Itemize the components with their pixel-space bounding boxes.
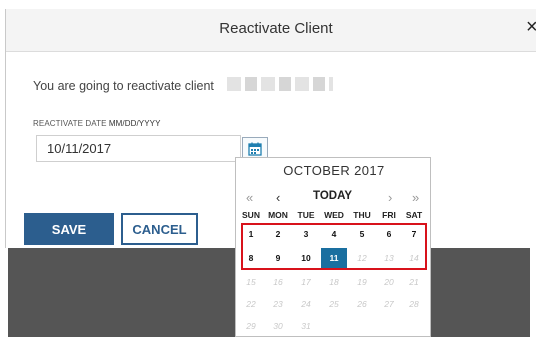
calendar-day: 20 (384, 277, 394, 287)
calendar-day: 13 (384, 253, 394, 263)
calendar-day: 28 (409, 299, 419, 309)
calendar-day: 25 (329, 299, 339, 309)
calendar-day[interactable]: 10 (293, 248, 319, 268)
backdrop-right-edge (530, 248, 536, 337)
calendar-day: 15 (246, 277, 256, 287)
calendar-day[interactable]: 3 (293, 224, 319, 244)
calendar-day[interactable]: 8 (238, 248, 264, 268)
calendar-day[interactable]: 4 (321, 224, 347, 244)
weekday-label: MON (268, 210, 288, 220)
reactivate-message: You are going to reactivate client (33, 79, 214, 93)
date-format-hint: MM/DD/YYYY (108, 119, 161, 128)
calendar-day: 24 (301, 299, 311, 309)
calendar-day[interactable]: 6 (376, 224, 402, 244)
save-button[interactable]: SAVE (24, 213, 114, 245)
date-picker-popup: OCTOBER 2017 « ‹ TODAY › » SUN MON TUE WED T… (235, 157, 431, 337)
backdrop-left-edge (0, 248, 8, 337)
prev-year-button[interactable]: « (246, 190, 253, 205)
today-button[interactable]: TODAY (313, 190, 352, 202)
calendar-day[interactable]: 2 (265, 224, 291, 244)
reactivate-date-label-text: REACTIVATE DATE (33, 119, 107, 128)
calendar-day: 12 (357, 253, 367, 263)
modal-header: Reactivate Client × (6, 9, 536, 52)
weekday-label: TUE (297, 210, 315, 220)
calendar-day: 16 (273, 277, 283, 287)
reactivate-date-label: REACTIVATE DATE MM/DD/YYYY (33, 119, 161, 128)
reactivate-date-input[interactable] (36, 135, 241, 162)
weekday-label: THU (353, 210, 371, 220)
next-year-button[interactable]: » (412, 190, 419, 205)
calendar-day-selected[interactable]: 11 (321, 248, 347, 268)
calendar-day[interactable]: 1 (238, 224, 264, 244)
calendar-day: 27 (384, 299, 394, 309)
calendar-day: 18 (329, 277, 339, 287)
weekday-label: WED (324, 210, 344, 220)
calendar-day: 31 (301, 321, 311, 331)
calendar-day[interactable]: 5 (349, 224, 375, 244)
weekday-label: FRI (382, 210, 396, 220)
calendar-day: 30 (273, 321, 283, 331)
redacted-client-name (227, 77, 333, 91)
top-strip (0, 0, 536, 9)
calendar-icon (248, 142, 262, 156)
calendar-day: 14 (409, 253, 419, 263)
calendar-day[interactable]: 9 (265, 248, 291, 268)
next-month-button[interactable]: › (388, 190, 392, 205)
calendar-day: 23 (273, 299, 283, 309)
calendar-day[interactable]: 7 (401, 224, 427, 244)
prev-month-button[interactable]: ‹ (276, 190, 280, 205)
calendar-day: 22 (246, 299, 256, 309)
weekday-label: SAT (405, 210, 423, 220)
calendar-day: 21 (409, 277, 419, 287)
calendar-day: 29 (246, 321, 256, 331)
close-icon[interactable]: × (526, 17, 536, 37)
modal-title: Reactivate Client (219, 20, 333, 37)
weekday-label: SUN (242, 210, 260, 220)
calendar-day: 26 (357, 299, 367, 309)
calendar-day: 19 (357, 277, 367, 287)
calendar-day: 17 (301, 277, 311, 287)
calendar-month-label[interactable]: OCTOBER 2017 (236, 163, 432, 178)
cancel-button[interactable]: CANCEL (121, 213, 198, 245)
